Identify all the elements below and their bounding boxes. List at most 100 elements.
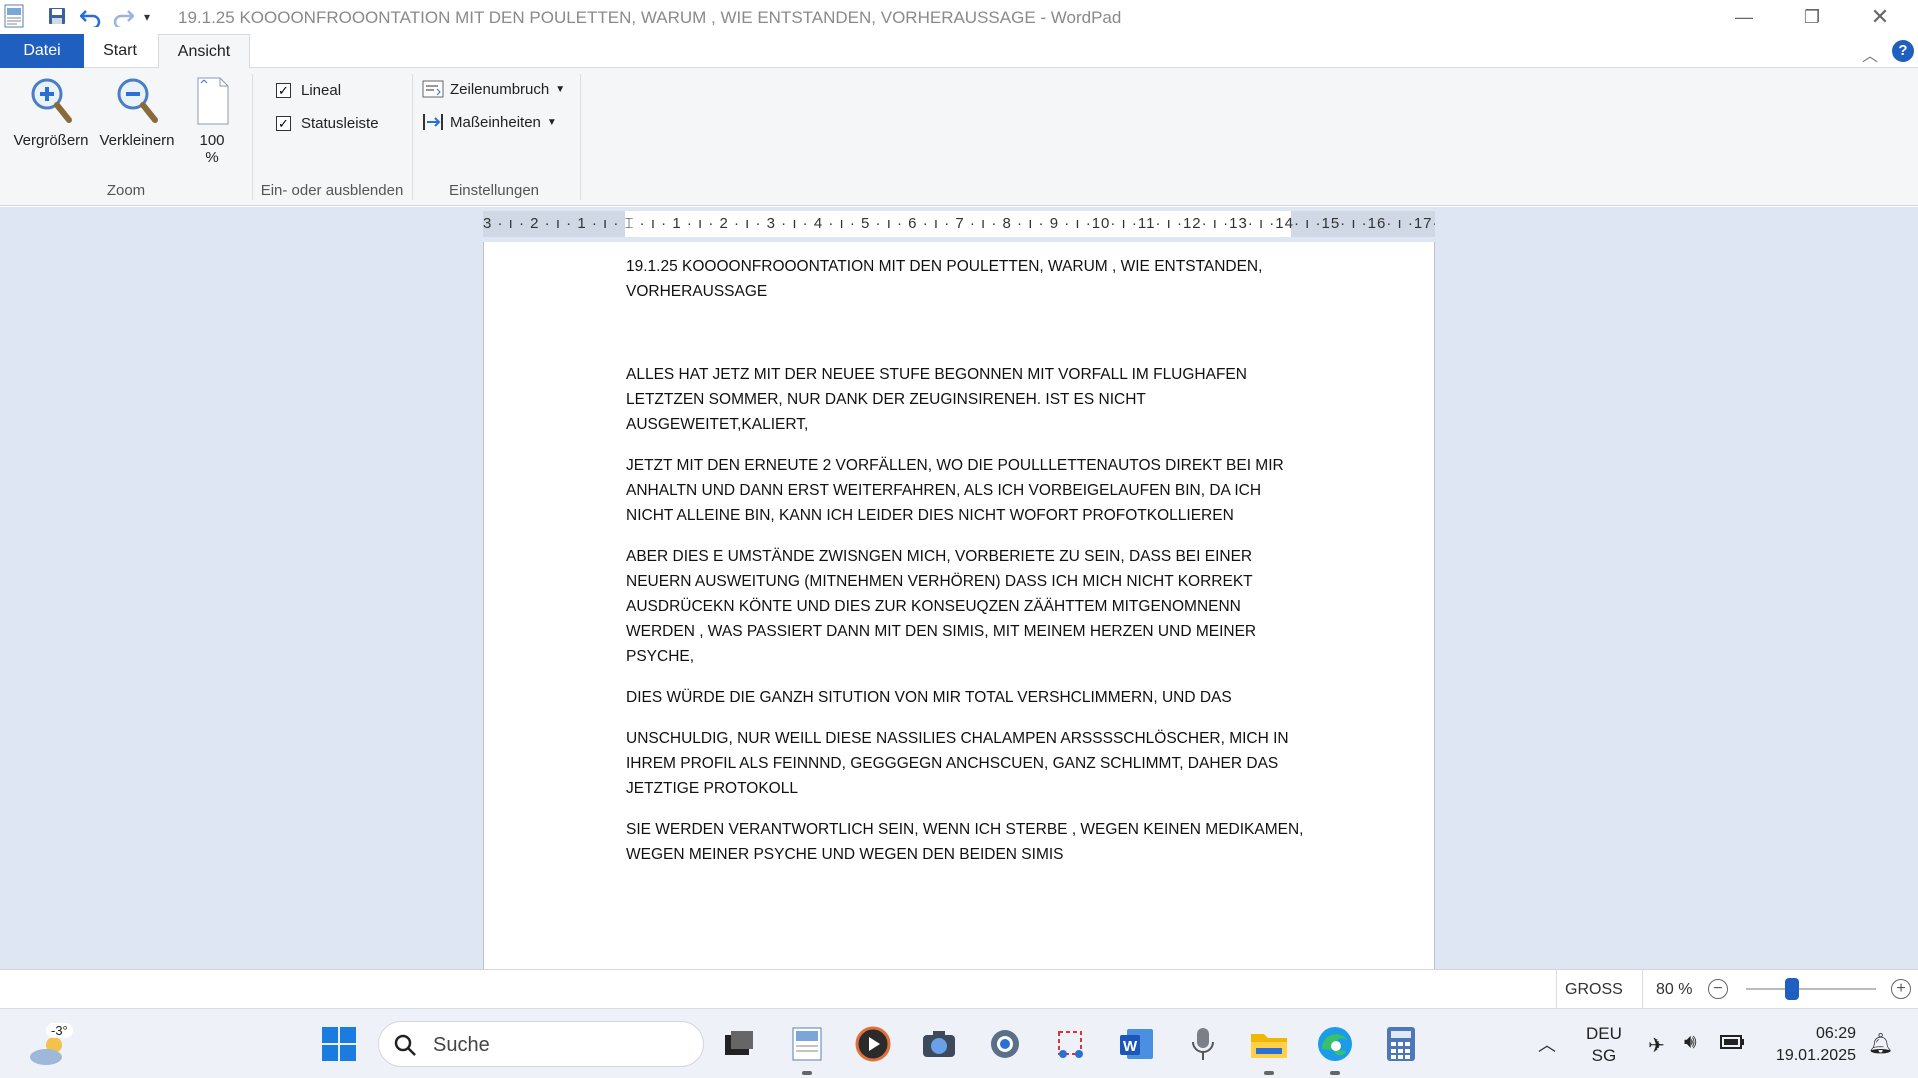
clock[interactable]: 06:29 19.01.2025	[1764, 1023, 1856, 1067]
document-page[interactable]: 19.1.25 KOOOONFROOONTATION MIT DEN POULE…	[483, 242, 1435, 969]
start-button[interactable]	[318, 1023, 360, 1065]
keyboard-layout: SG	[1591, 1046, 1617, 1065]
zoom-level-text: 80 %	[1656, 981, 1693, 998]
status-divider	[1556, 970, 1557, 1009]
clock-date: 19.01.2025	[1775, 1047, 1856, 1064]
zoom-100-button[interactable]: 100 %	[182, 74, 242, 166]
wordpad-app-icon[interactable]	[4, 4, 24, 28]
statusbar-checkbox[interactable]: ✓ Statusleiste	[276, 115, 379, 132]
zoom-in-button[interactable]: Vergrößern	[10, 74, 92, 149]
media-player-icon[interactable]	[852, 1023, 894, 1065]
measurement-units-icon	[423, 114, 443, 130]
status-divider	[1642, 970, 1643, 1009]
volume-icon[interactable]: 🔊︎	[1684, 1031, 1697, 1054]
airplane-mode-icon[interactable]: ✈	[1648, 1033, 1665, 1058]
measurement-units-dropdown[interactable]: Maßeinheiten ▼	[422, 112, 557, 132]
paragraph: SIE WERDEN VERANTWORTLICH SEIN, WENN ICH…	[626, 821, 1304, 863]
chevron-down-icon: ▼	[546, 116, 557, 128]
tab-ansicht[interactable]: Ansicht	[158, 34, 250, 68]
windows-logo-icon	[322, 1027, 356, 1061]
restore-button[interactable]: ❐	[1778, 0, 1846, 34]
zoom-100-percent: %	[205, 149, 219, 166]
zoom-group-label: Zoom	[106, 182, 146, 199]
running-indicator	[802, 1071, 812, 1075]
camera-icon[interactable]	[918, 1023, 960, 1065]
chevron-down-icon: ▼	[555, 83, 566, 95]
ruler-checkbox[interactable]: ✓ Lineal	[276, 82, 341, 99]
ribbon-tabs: Datei Start Ansicht ︿ ?	[0, 34, 1918, 68]
voice-recorder-icon[interactable]	[1182, 1023, 1224, 1065]
wordpad-window: ▾ 19.1.25 KOOOONFROOONTATION MIT DEN POU…	[0, 0, 1918, 1009]
customize-quick-access-icon[interactable]: ▾	[144, 10, 150, 24]
task-view-icon[interactable]	[718, 1023, 760, 1065]
search-placeholder: Suche	[433, 1034, 490, 1056]
tab-datei[interactable]: Datei	[0, 34, 84, 68]
paragraph: ABER DIES E UMSTÄNDE ZWISNGEN MICH, VORB…	[626, 548, 1257, 665]
document-text[interactable]: 19.1.25 KOOOONFROOONTATION MIT DEN POULE…	[626, 254, 1306, 883]
zoom-100-label: 100	[199, 132, 225, 149]
show-group-label: Ein- oder ausblenden	[260, 182, 404, 199]
paragraph: DIES WÜRDE DIE GANZH SITUTION VON MIR TO…	[626, 689, 1232, 706]
ruler[interactable]: 3 · ı · 2 · ı · 1 · ı · ⌶ · ı · 1 · ı · …	[483, 211, 1435, 237]
clock-time: 06:29	[1815, 1025, 1856, 1042]
zoom-out-button[interactable]: Verkleinern	[96, 74, 178, 149]
battery-icon[interactable]	[1720, 1033, 1746, 1056]
word-wrap-dropdown[interactable]: Zeilenumbruch ▼	[422, 80, 565, 98]
document-title-paragraph: 19.1.25 KOOOONFROOONTATION MIT DEN POULE…	[626, 258, 1263, 300]
ruler-checkmark-icon: ✓	[276, 83, 291, 98]
running-indicator	[1330, 1071, 1340, 1075]
paragraph: JETZT MIT DEN ERNEUTE 2 VORFÄLLEN, WO DI…	[626, 457, 1284, 524]
help-icon[interactable]: ?	[1892, 40, 1914, 62]
weather-widget[interactable]: -3°	[28, 1023, 80, 1067]
ribbon-separator	[580, 74, 581, 200]
paragraph: ALLES HAT JETZ MIT DER NEUEE STUFE BEGON…	[626, 366, 1247, 433]
zoom-out-small-button[interactable]: −	[1708, 979, 1728, 999]
running-indicator	[1264, 1071, 1274, 1075]
tab-start[interactable]: Start	[96, 34, 144, 68]
statusbar-label: Statusleiste	[301, 115, 379, 132]
close-button[interactable]: ✕	[1846, 0, 1914, 34]
settings-gear-icon[interactable]	[984, 1023, 1026, 1065]
snipping-tool-icon[interactable]	[1050, 1023, 1092, 1065]
taskbar-search-box[interactable]: Suche	[378, 1021, 704, 1067]
calculator-icon[interactable]	[1380, 1023, 1422, 1065]
measurement-units-label: Maßeinheiten	[450, 113, 541, 131]
zoom-in-label: Vergrößern	[13, 132, 89, 149]
taskbar: -3° Suche W ︿ DEU SG ✈ 🔊︎ 06:29 19.01.20…	[0, 1008, 1918, 1078]
page-icon	[197, 77, 229, 125]
zoom-slider[interactable]	[1746, 978, 1876, 1000]
caps-lock-indicator: GROSS	[1565, 981, 1623, 998]
search-icon	[394, 1034, 416, 1056]
minimize-button[interactable]: —	[1710, 0, 1778, 34]
redo-icon[interactable]	[112, 7, 135, 32]
window-title: 19.1.25 KOOOONFROOONTATION MIT DEN POULE…	[178, 8, 1122, 27]
paragraph: UNSCHULDIG, NUR WEILL DIESE NASSILIES CH…	[626, 730, 1289, 797]
status-bar: GROSS 80 % − +	[0, 969, 1918, 1009]
file-explorer-icon[interactable]	[1248, 1023, 1290, 1065]
ribbon: Vergrößern Verkleinern 100 % Zoom ✓ Line…	[0, 68, 1918, 206]
save-icon[interactable]	[48, 7, 68, 30]
input-language: DEU	[1586, 1024, 1622, 1043]
undo-icon[interactable]	[79, 7, 102, 32]
svg-text:W: W	[1123, 1038, 1138, 1055]
ruler-label: Lineal	[301, 82, 342, 99]
word-wrap-label: Zeilenumbruch	[450, 80, 550, 98]
settings-group-label: Einstellungen	[448, 182, 540, 199]
zoom-out-icon	[117, 78, 158, 123]
zoom-slider-thumb[interactable]	[1784, 978, 1799, 1000]
collapse-ribbon-icon[interactable]: ︿	[1862, 42, 1878, 66]
word-wrap-icon	[422, 80, 444, 98]
edge-browser-icon[interactable]	[1314, 1023, 1356, 1065]
input-language-indicator[interactable]: DEU SG	[1586, 1023, 1622, 1067]
weather-cloud-icon	[30, 1037, 62, 1065]
zoom-out-label: Verkleinern	[99, 132, 175, 149]
zoom-in-icon	[31, 78, 72, 123]
weather-temperature: -3°	[46, 1023, 73, 1038]
statusbar-checkmark-icon: ✓	[276, 116, 291, 131]
wordpad-taskbar-icon[interactable]	[786, 1023, 828, 1065]
notification-bell-icon[interactable]: 🔔︎	[1868, 1031, 1893, 1056]
zoom-in-small-button[interactable]: +	[1891, 979, 1911, 999]
show-hidden-icons-chevron-icon[interactable]: ︿	[1538, 1031, 1556, 1057]
ruler-scale: 3 · ı · 2 · ı · 1 · ı · ⌶ · ı · 1 · ı · …	[483, 215, 1435, 232]
word-icon[interactable]: W	[1116, 1023, 1158, 1065]
